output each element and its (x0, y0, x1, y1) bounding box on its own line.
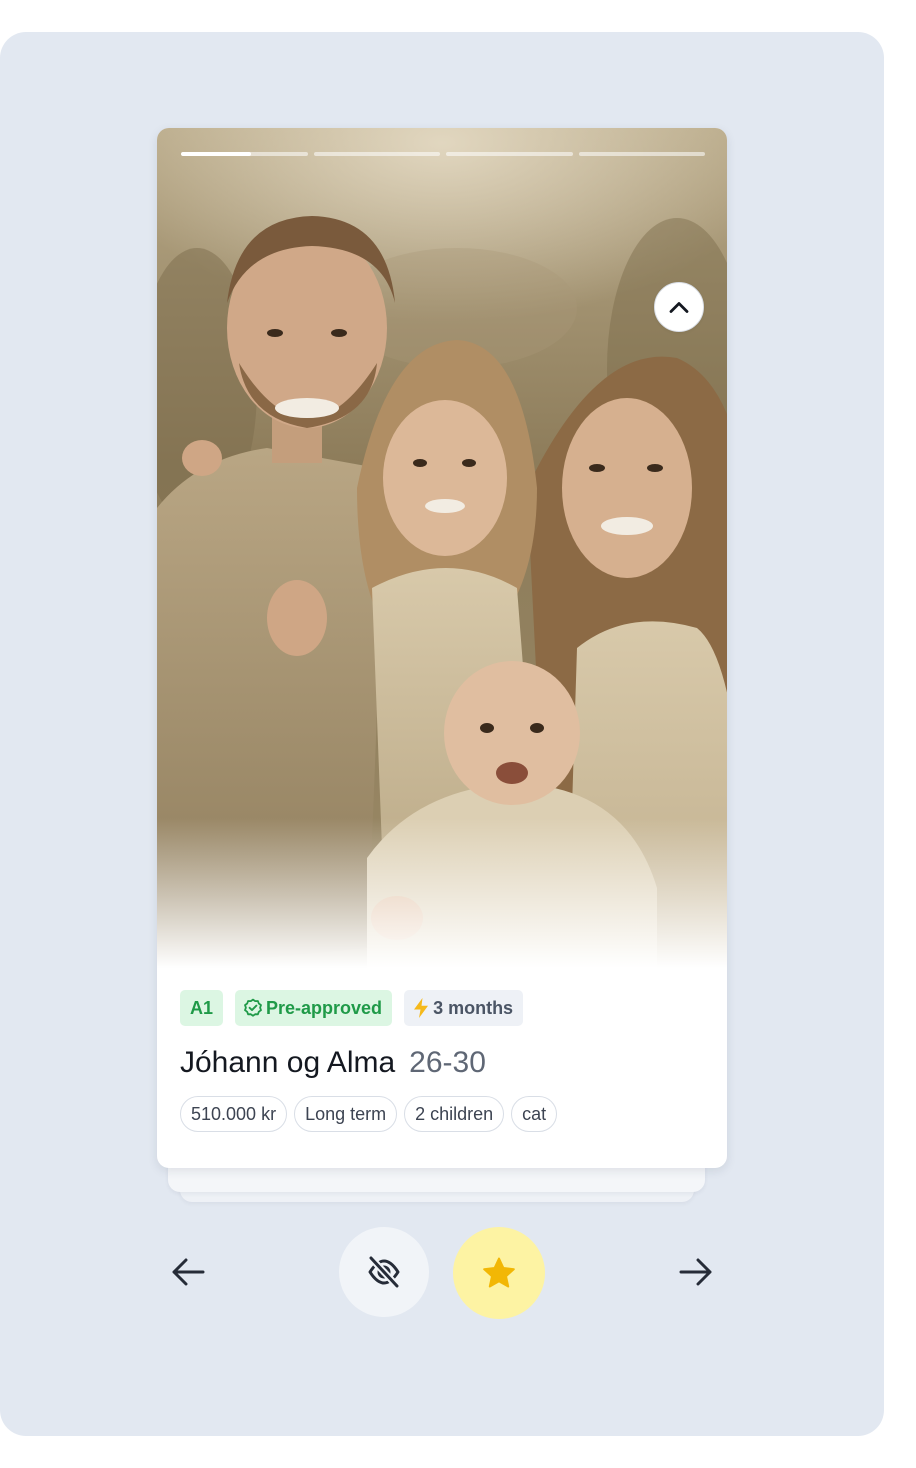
favorite-button[interactable] (453, 1227, 545, 1319)
progress-segment-2 (313, 152, 440, 156)
profile-card[interactable]: A1 Pre-approved 3 months Jóhann og Alma … (157, 128, 727, 1168)
next-button[interactable] (672, 1248, 720, 1296)
tag-list: 510.000 kr Long term 2 children cat (180, 1096, 558, 1132)
arrow-right-icon (679, 1258, 712, 1286)
progress-segment-1 (181, 152, 308, 156)
chevron-up-icon (669, 302, 689, 313)
approved-badge: Pre-approved (235, 990, 393, 1026)
grade-badge: A1 (180, 990, 224, 1026)
eye-off-icon (367, 1255, 401, 1289)
tag-budget: 510.000 kr (180, 1096, 288, 1132)
hide-button[interactable] (339, 1227, 429, 1317)
title-row: Jóhann og Alma 26-30 (180, 1046, 486, 1080)
arrow-left-icon (172, 1258, 205, 1286)
tag-children: 2 children (404, 1096, 505, 1132)
duration-badge-label: 3 months (433, 997, 514, 1018)
story-progress (181, 152, 705, 156)
age-range: 26-30 (409, 1046, 486, 1079)
check-circle-icon (244, 998, 262, 1017)
expand-toggle-button[interactable] (654, 282, 704, 332)
tag-pet: cat (511, 1096, 558, 1132)
progress-segment-4 (578, 152, 705, 156)
star-icon (483, 1257, 515, 1288)
badge-row: A1 Pre-approved 3 months (180, 990, 524, 1026)
duration-badge: 3 months (404, 990, 524, 1026)
approved-badge-label: Pre-approved (266, 997, 383, 1018)
progress-segment-3 (446, 152, 573, 156)
listing-info: A1 Pre-approved 3 months Jóhann og Alma … (157, 958, 727, 1168)
applicant-name: Jóhann og Alma (180, 1046, 396, 1079)
previous-button[interactable] (164, 1248, 212, 1296)
family-photo (157, 128, 727, 968)
tag-term: Long term (294, 1096, 398, 1132)
lightning-icon (414, 998, 429, 1018)
